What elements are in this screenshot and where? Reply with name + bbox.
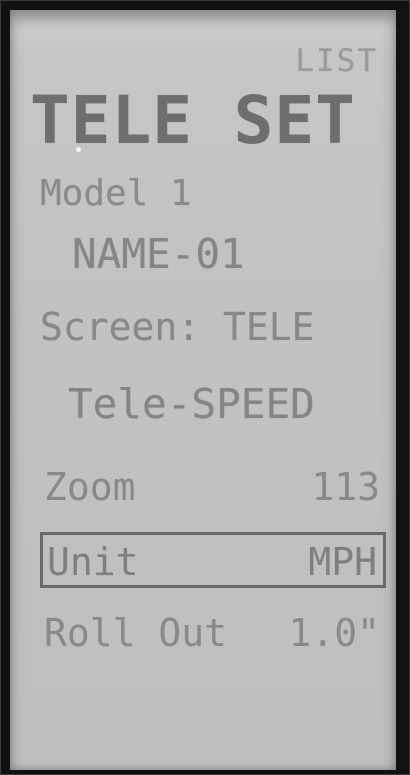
page-title: TELE SET bbox=[30, 82, 356, 159]
screen-setting[interactable]: Screen: TELE bbox=[40, 308, 315, 346]
lcd-frame: LIST TELE SET Model 1 NAME-01 Screen: TE… bbox=[0, 0, 410, 775]
lcd-screen: LIST TELE SET Model 1 NAME-01 Screen: TE… bbox=[10, 10, 396, 770]
roll-out-row[interactable]: Roll Out 1.0" bbox=[40, 608, 386, 656]
zoom-value: 113 bbox=[311, 465, 380, 509]
model-name: NAME-01 bbox=[72, 230, 245, 278]
roll-out-label: Roll Out bbox=[44, 611, 228, 655]
unit-row-selected[interactable]: Unit MPH bbox=[40, 532, 386, 588]
roll-out-value: 1.0" bbox=[288, 611, 380, 655]
model-label: Model 1 bbox=[40, 173, 192, 214]
unit-label: Unit bbox=[47, 540, 139, 584]
tele-mode[interactable]: Tele-SPEED bbox=[68, 384, 315, 425]
unit-value: MPH bbox=[308, 540, 377, 584]
list-button[interactable]: LIST bbox=[295, 46, 378, 77]
zoom-label: Zoom bbox=[44, 465, 136, 509]
zoom-row[interactable]: Zoom 113 bbox=[40, 462, 386, 510]
